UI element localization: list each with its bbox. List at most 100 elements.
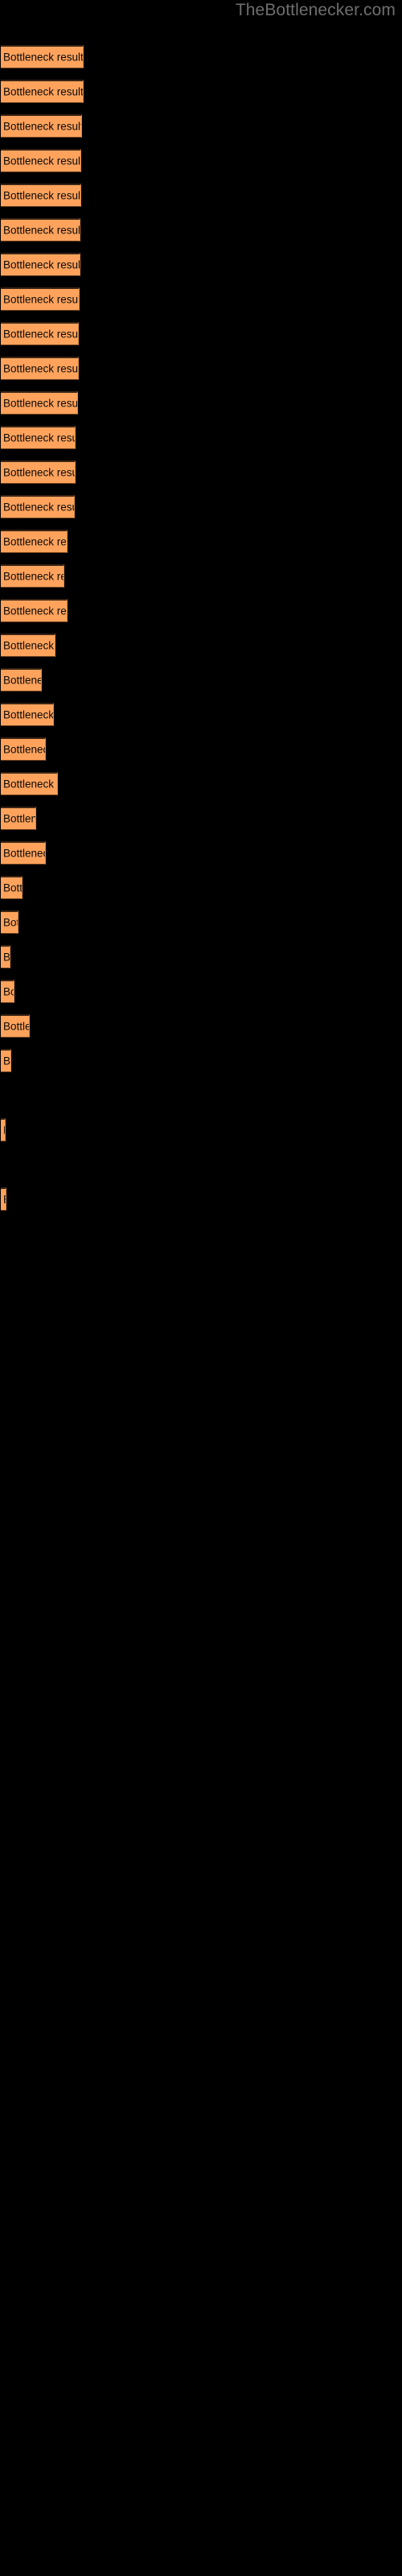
chart-bar[interactable]: Bottleneck result xyxy=(1,322,79,345)
chart-bar-label: Bottleneck result xyxy=(3,605,67,617)
bar-row: Bottleneck result xyxy=(0,530,402,564)
chart-bar-label: Bottleneck result xyxy=(3,120,82,133)
chart-bar[interactable]: Bottleneck result xyxy=(1,426,76,449)
chart-bar-label: Bottleneck result xyxy=(3,466,76,479)
chart-bar[interactable]: Bottleneck result xyxy=(1,45,84,68)
chart-bar[interactable]: Bottleneck result xyxy=(1,1118,6,1141)
chart-bar[interactable]: Bottleneck result xyxy=(1,357,79,380)
chart-bar[interactable]: Bottleneck result xyxy=(1,114,82,138)
chart-bar[interactable]: Bottleneck result xyxy=(1,460,76,484)
bar-row: Bottleneck result xyxy=(0,460,402,495)
chart-bar[interactable]: Bottleneck result xyxy=(1,1049,11,1072)
chart-bar-label: Bottleneck result xyxy=(3,985,14,998)
chart-bar-label: Bottleneck result xyxy=(3,155,81,167)
chart-bar[interactable]: Bottleneck result xyxy=(1,945,10,968)
bar-row: Bottleneck result xyxy=(0,495,402,530)
chart-bar-label: Bottleneck result xyxy=(3,501,74,514)
chart-bar-label: Bottleneck result xyxy=(3,1020,29,1033)
chart-bar[interactable]: Bottleneck result xyxy=(1,287,80,311)
bar-row: Bottleneck result xyxy=(0,322,402,357)
chart-bar-label: Bottleneck result xyxy=(3,708,54,721)
chart-bar[interactable]: Bottleneck result xyxy=(1,530,68,553)
bar-row: Bottleneck result xyxy=(0,1049,402,1084)
bar-row: Bottleneck result xyxy=(0,703,402,737)
bar-row: Bottleneck result xyxy=(0,80,402,114)
bar-row: Bottleneck result xyxy=(0,772,402,807)
bar-row: Bottleneck result xyxy=(0,184,402,218)
bar-row: Bottleneck result xyxy=(0,876,402,910)
chart-bar-label: Bottleneck result xyxy=(3,397,78,410)
bar-row: Bottleneck result xyxy=(0,1153,402,1187)
chart-bar[interactable]: Bottleneck result xyxy=(1,149,81,172)
chart-bar-label: Bottleneck result xyxy=(3,362,79,375)
bar-row: Bottleneck result xyxy=(0,1014,402,1049)
bar-row: Bottleneck result xyxy=(0,287,402,322)
bar-row: Bottleneck result xyxy=(0,564,402,599)
bar-row: Bottleneck result xyxy=(0,45,402,80)
chart-bar[interactable]: Bottleneck result xyxy=(1,1187,6,1211)
bar-row: Bottleneck result xyxy=(0,599,402,634)
chart-bar[interactable]: Bottleneck result xyxy=(1,599,68,622)
chart-bar-label: Bottleneck result xyxy=(3,778,57,791)
bar-row: Bottleneck result xyxy=(0,1084,402,1118)
chart-bar-label: Bottleneck result xyxy=(3,743,45,756)
chart-bar-label: Bottleneck result xyxy=(3,258,80,271)
chart-bar-label: Bottleneck result xyxy=(3,189,81,202)
bar-row: Bottleneck result xyxy=(0,1118,402,1153)
bar-row: Bottleneck result xyxy=(0,910,402,945)
chart-bar[interactable]: Bottleneck result xyxy=(1,703,54,726)
chart-bar[interactable]: Bottleneck result xyxy=(1,737,46,761)
chart-bars-area: Bottleneck result Bottleneck result Bottle… xyxy=(0,45,402,1222)
bar-row: Bottleneck result xyxy=(0,149,402,184)
bottleneck-bar-chart: TheBottlenecker.com Bottleneck result Bot… xyxy=(0,0,402,2576)
bar-row: Bottleneck result xyxy=(0,841,402,876)
chart-bar-label: Bottleneck result xyxy=(3,639,55,652)
chart-bar[interactable]: Bottleneck result xyxy=(1,1014,30,1038)
chart-bar-label: Bottleneck result xyxy=(3,570,64,583)
chart-bar[interactable]: Bottleneck result xyxy=(1,980,14,1003)
chart-bar[interactable]: Bottleneck result xyxy=(1,564,64,588)
chart-bar[interactable]: Bottleneck result xyxy=(1,910,18,934)
chart-bar-label: Bottleneck result xyxy=(3,431,76,444)
chart-bar-label: Bottleneck result xyxy=(3,951,10,964)
chart-bar-label: Bottleneck result xyxy=(3,85,84,98)
chart-bar[interactable]: Bottleneck result xyxy=(1,218,80,242)
chart-bar-label: Bottleneck result xyxy=(3,881,23,894)
bar-row: Bottleneck result xyxy=(0,253,402,287)
chart-bar[interactable]: Bottleneck result xyxy=(1,253,80,276)
chart-bar[interactable]: Bottleneck result xyxy=(1,184,81,207)
bar-row: Bottleneck result xyxy=(0,114,402,149)
chart-bar-label: Bottleneck result xyxy=(3,812,36,825)
chart-bar[interactable]: Bottleneck result xyxy=(1,391,78,415)
chart-bar[interactable]: Bottleneck result xyxy=(1,668,42,691)
chart-bar[interactable]: Bottleneck result xyxy=(1,772,58,795)
chart-bar[interactable]: Bottleneck result xyxy=(1,807,36,830)
chart-bar-label: Bottleneck result xyxy=(3,847,45,860)
chart-bar-label: Bottleneck result xyxy=(3,1125,5,1137)
bar-row: Bottleneck result xyxy=(0,1187,402,1222)
chart-bar[interactable]: Bottleneck result xyxy=(1,876,23,899)
bar-row: Bottleneck result xyxy=(0,634,402,668)
chart-bar[interactable]: Bottleneck result xyxy=(1,634,55,657)
chart-bar-label: Bottleneck result xyxy=(3,224,80,237)
bar-row: Bottleneck result xyxy=(0,945,402,980)
bar-row: Bottleneck result xyxy=(0,357,402,391)
chart-bar[interactable]: Bottleneck result xyxy=(1,841,46,865)
chart-bar-label: Bottleneck result xyxy=(3,916,18,929)
chart-bar[interactable]: Bottleneck result xyxy=(1,80,84,103)
chart-bar-label: Bottleneck result xyxy=(3,1194,6,1206)
bar-row: Bottleneck result xyxy=(0,218,402,253)
bar-row: Bottleneck result xyxy=(0,426,402,460)
chart-bar-label: Bottleneck result xyxy=(3,293,80,306)
chart-bar-label: Bottleneck result xyxy=(3,535,67,548)
bar-row: Bottleneck result xyxy=(0,737,402,772)
site-watermark: TheBottlenecker.com xyxy=(235,1,396,19)
chart-bar-label: Bottleneck result xyxy=(3,51,84,64)
chart-bar-label: Bottleneck result xyxy=(3,1055,11,1067)
bar-row: Bottleneck result xyxy=(0,668,402,703)
chart-bar-label: Bottleneck result xyxy=(3,328,79,341)
bar-row: Bottleneck result xyxy=(0,807,402,841)
bar-row: Bottleneck result xyxy=(0,391,402,426)
chart-bar[interactable]: Bottleneck result xyxy=(1,495,75,518)
bar-row: Bottleneck result xyxy=(0,980,402,1014)
